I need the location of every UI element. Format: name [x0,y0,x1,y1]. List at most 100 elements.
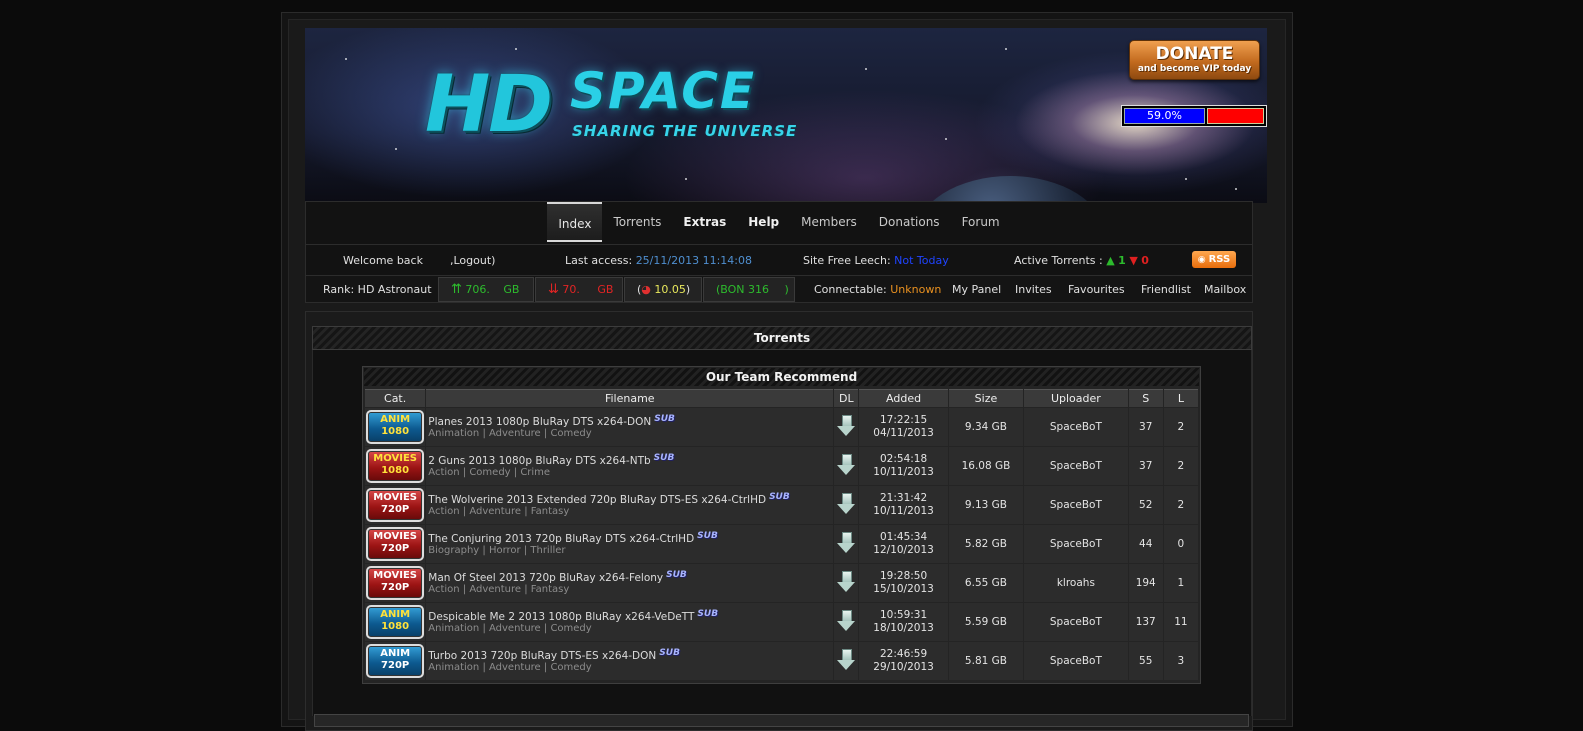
download-arrow-icon[interactable] [837,531,856,554]
uploader-link[interactable]: SpaceBoT [1024,642,1128,680]
tab-extras[interactable]: Extras [672,202,737,242]
download-arrow-icon[interactable] [837,570,856,593]
download-arrow-icon[interactable] [837,609,856,632]
tab-members[interactable]: Members [790,202,868,242]
seeders-count[interactable]: 37 [1128,408,1163,446]
active-up-count[interactable]: 1 [1118,254,1126,267]
col-leechers[interactable]: L [1163,389,1198,407]
leechers-count[interactable]: 2 [1163,486,1198,524]
tab-torrents[interactable]: Torrents [602,202,672,242]
category-cell: ANIM 720P [365,642,426,680]
leechers-count[interactable]: 2 [1163,447,1198,485]
active-down-count[interactable]: 0 [1141,254,1149,267]
leechers-count[interactable]: 0 [1163,525,1198,563]
tab-index[interactable]: Index [547,202,603,242]
download-arrow-icon[interactable] [837,453,856,476]
free-leech: Site Free Leech: Not Today [803,254,949,267]
user-stats-bar: Rank: HD Astronaut ⇈ 706. GB ⇊ 70. GB (◕… [305,275,1253,303]
seeders-count[interactable]: 194 [1128,564,1163,602]
uploader-link[interactable]: SpaceBoT [1024,408,1128,446]
logo-tagline: SHARING THE UNIVERSE [572,122,798,140]
uploader-link[interactable]: SpaceBoT [1024,525,1128,563]
leechers-count[interactable]: 11 [1163,603,1198,641]
category-badge-icon[interactable]: MOVIES 720P [366,527,425,561]
link-mailbox[interactable]: Mailbox [1204,283,1246,296]
added-time: 17:22:15 [879,414,928,426]
category-resolution: 720P [381,660,410,671]
table-row: MOVIES 1080 2 Guns 2013 1080p BluRay DTS x… [365,447,1198,485]
donate-label: DONATE [1155,44,1234,64]
category-badge-icon[interactable]: MOVIES 1080 [366,449,425,483]
uploader-link[interactable]: SpaceBoT [1024,447,1128,485]
category-badge-icon[interactable]: ANIM 720P [366,644,425,678]
link-invites[interactable]: Invites [1015,283,1052,296]
torrent-name-link[interactable]: Despicable Me 2 2013 1080p BluRay x264-V… [428,611,694,623]
category-label: MOVIES [373,492,417,503]
added-cell: 02:54:18 10/11/2013 [859,447,948,485]
download-cell [834,408,859,446]
seeders-count[interactable]: 55 [1128,642,1163,680]
genre-list: Animation | Adventure | Comedy [428,623,592,634]
leechers-count[interactable]: 3 [1163,642,1198,680]
user-info-bar: Welcome back ,Logout) Last access: 25/11… [305,245,1253,275]
col-seeders[interactable]: S [1128,389,1163,407]
torrent-name-link[interactable]: The Wolverine 2013 Extended 720p BluRay … [428,494,766,506]
download-arrow-icon[interactable] [837,648,856,671]
category-cell: MOVIES 720P [365,525,426,563]
seeders-count[interactable]: 52 [1128,486,1163,524]
added-time: 21:31:42 [879,492,928,504]
tab-forum[interactable]: Forum [951,202,1011,242]
category-badge-icon[interactable]: ANIM 1080 [366,605,425,639]
uploader-link[interactable]: SpaceBoT [1024,603,1128,641]
bonus-stat[interactable]: (BON 316 ) [703,277,795,302]
link-favourites[interactable]: Favourites [1068,283,1125,296]
torrent-name-link[interactable]: The Conjuring 2013 720p BluRay DTS x264-… [428,533,694,545]
leechers-count[interactable]: 1 [1163,564,1198,602]
size-cell: 16.08 GB [948,447,1024,485]
table-header-row: Cat. Filename DL Added Size Uploader S L [365,389,1198,407]
link-friendlist[interactable]: Friendlist [1141,283,1191,296]
sub-badge-icon: SUB [697,609,719,619]
genre-list: Animation | Adventure | Comedy [428,428,592,439]
torrent-name-link[interactable]: Man Of Steel 2013 720p BluRay x264-Felon… [428,572,663,584]
planet-decoration [915,176,1105,203]
link-my-panel[interactable]: My Panel [952,283,1001,296]
genre-list: Animation | Adventure | Comedy [428,662,592,673]
torrent-name-link[interactable]: 2 Guns 2013 1080p BluRay DTS x264-NTb [428,455,650,467]
seeders-count[interactable]: 137 [1128,603,1163,641]
star [865,68,867,70]
last-access-label: Last access: [565,254,633,267]
torrent-name-link[interactable]: Planes 2013 1080p BluRay DTS x264-DON [428,416,651,428]
category-badge-icon[interactable]: MOVIES 720P [366,566,425,600]
tab-help[interactable]: Help [737,202,790,242]
rss-button[interactable]: ◉ RSS [1192,251,1236,268]
download-arrow-icon[interactable] [837,492,856,515]
donate-button[interactable]: DONATE and become VIP today [1129,40,1260,80]
ratio-progress-bar: 59.0% [1121,105,1267,127]
leechers-count[interactable]: 2 [1163,408,1198,446]
download-arrow-icon[interactable] [837,414,856,437]
uploader-link[interactable]: SpaceBoT [1024,486,1128,524]
downloaded-value: 70. [562,283,580,296]
tab-donations[interactable]: Donations [868,202,951,242]
col-uploader[interactable]: Uploader [1024,389,1128,407]
connectable-label: Connectable: [814,283,887,296]
logout-link[interactable]: ,Logout) [450,254,495,267]
col-added[interactable]: Added [859,389,948,407]
seeders-count[interactable]: 37 [1128,447,1163,485]
uploader-link[interactable]: klroahs [1024,564,1128,602]
category-badge-icon[interactable]: ANIM 1080 [366,410,425,444]
added-time: 19:28:50 [879,570,928,582]
ratio-value: 10.05 [654,283,686,296]
col-filename[interactable]: Filename [426,389,834,407]
category-cell: MOVIES 1080 [365,447,426,485]
torrent-name-link[interactable]: Turbo 2013 720p BluRay DTS-ES x264-DON [428,650,656,662]
col-size[interactable]: Size [948,389,1024,407]
added-time: 01:45:34 [879,531,928,543]
seeders-count[interactable]: 44 [1128,525,1163,563]
category-badge-icon[interactable]: MOVIES 720P [366,488,425,522]
added-date: 10/11/2013 [873,466,934,478]
free-leech-value[interactable]: Not Today [894,254,949,267]
col-cat[interactable]: Cat. [365,389,426,407]
genre-list: Action | Adventure | Fantasy [428,506,570,517]
